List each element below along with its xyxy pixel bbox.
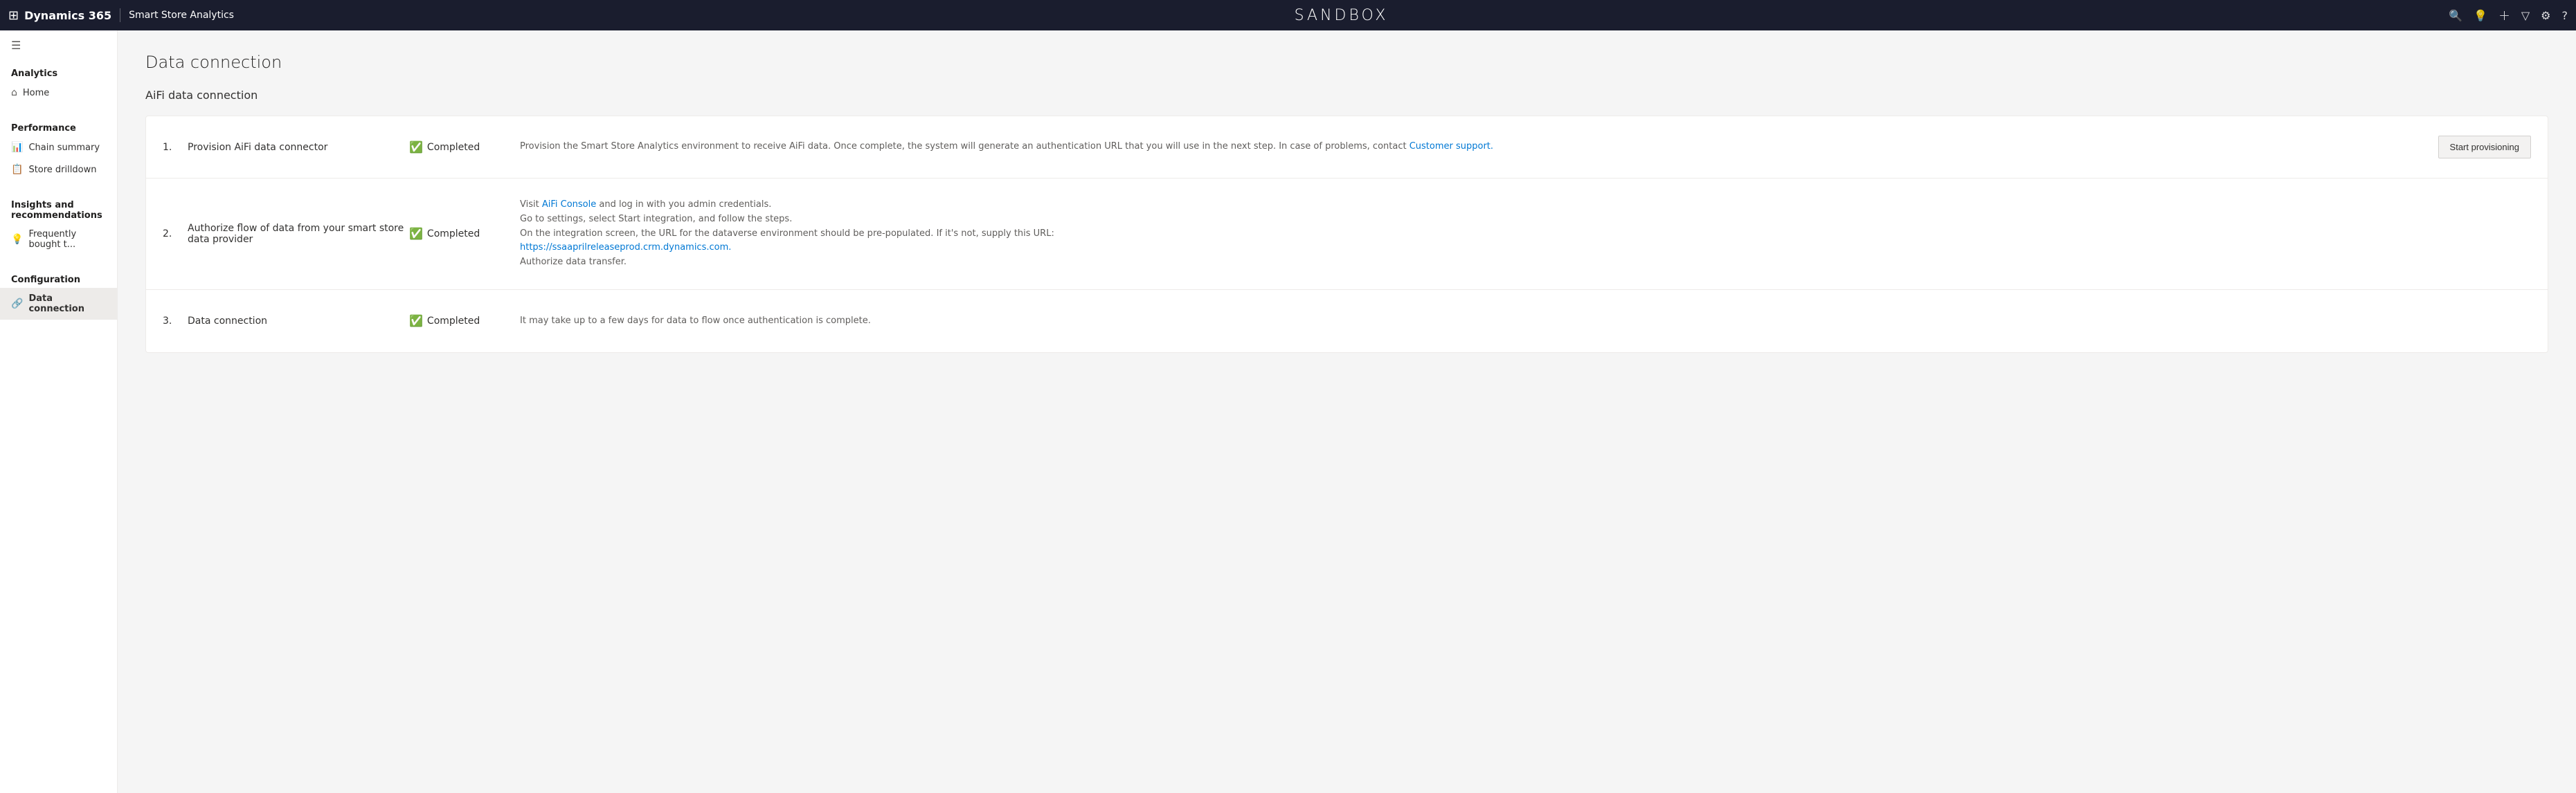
- sidebar-item-store-drilldown[interactable]: 📋 Store drilldown: [0, 158, 117, 181]
- gap1: [0, 104, 117, 115]
- step-row-3: 3. Data connection ✅ Completed It may ta…: [146, 290, 2548, 352]
- home-icon: ⌂: [11, 87, 17, 98]
- page-title: Data connection: [145, 53, 2548, 72]
- sidebar-item-frequently-label: Frequently bought t...: [28, 229, 106, 250]
- step-2-number: 2.: [163, 228, 188, 239]
- customer-support-link[interactable]: Customer support.: [1409, 141, 1493, 152]
- step-1-name: Provision AiFi data connector: [188, 142, 409, 153]
- step-1-check-icon: ✅: [409, 140, 423, 154]
- filter-icon[interactable]: ▽: [2521, 9, 2530, 22]
- sidebar-item-frequently-bought[interactable]: 💡 Frequently bought t...: [0, 224, 117, 255]
- gap2: [0, 181, 117, 192]
- step-1-status-label: Completed: [427, 142, 480, 153]
- step-1-action: Start provisioning: [2406, 136, 2531, 158]
- sidebar-section-configuration: Configuration: [0, 266, 117, 288]
- main-content: Data connection AiFi data connection 1. …: [118, 30, 2576, 793]
- sidebar-item-chain-summary[interactable]: 📊 Chain summary: [0, 136, 117, 158]
- data-connection-icon: 🔗: [11, 298, 23, 309]
- start-provisioning-button[interactable]: Start provisioning: [2438, 136, 2531, 158]
- drilldown-icon: 📋: [11, 164, 23, 175]
- aifi-console-link[interactable]: AiFi Console: [542, 199, 596, 210]
- sidebar-item-home-label: Home: [23, 88, 49, 98]
- step-3-description: It may take up to a few days for data to…: [520, 314, 2406, 329]
- brand-name: Dynamics 365: [24, 9, 111, 22]
- sandbox-label: SANDBOX: [234, 7, 2449, 24]
- waffle-icon[interactable]: ⊞: [8, 8, 19, 23]
- section-subtitle: AiFi data connection: [145, 89, 2548, 102]
- steps-card: 1. Provision AiFi data connector ✅ Compl…: [145, 116, 2548, 353]
- step-3-check-icon: ✅: [409, 314, 423, 327]
- step-3-status: ✅ Completed: [409, 314, 520, 327]
- sidebar-section-performance: Performance: [0, 115, 117, 136]
- sidebar-section-analytics: Analytics: [0, 60, 117, 82]
- step-2-name: Authorize flow of data from your smart s…: [188, 223, 409, 245]
- search-icon[interactable]: 🔍: [2449, 9, 2462, 22]
- sidebar-item-data-connection[interactable]: 🔗 Data connection: [0, 288, 117, 320]
- dataverse-url-link[interactable]: https://ssaaprilreleaseprod.crm.dynamics…: [520, 242, 731, 253]
- step-3-name: Data connection: [188, 316, 409, 327]
- gap3: [0, 255, 117, 266]
- step-2-check-icon: ✅: [409, 227, 423, 240]
- app-name: Smart Store Analytics: [129, 10, 234, 21]
- add-icon[interactable]: +: [2498, 7, 2510, 24]
- settings-icon[interactable]: ⚙: [2541, 9, 2550, 22]
- step-row-2: 2. Authorize flow of data from your smar…: [146, 179, 2548, 290]
- step-1-status: ✅ Completed: [409, 140, 520, 154]
- topnav-actions: 🔍 💡 + ▽ ⚙ ?: [2449, 7, 2568, 24]
- step-2-status: ✅ Completed: [409, 227, 520, 240]
- sidebar-item-home[interactable]: ⌂ Home: [0, 82, 117, 104]
- topnav: ⊞ Dynamics 365 Smart Store Analytics SAN…: [0, 0, 2576, 30]
- step-3-number: 3.: [163, 316, 188, 327]
- step-1-number: 1.: [163, 142, 188, 153]
- sidebar: ☰ Analytics ⌂ Home Performance 📊 Chain s…: [0, 30, 118, 793]
- help-icon[interactable]: ?: [2562, 9, 2568, 22]
- step-2-description: Visit AiFi Console and log in with you a…: [520, 198, 2406, 270]
- step-row-1: 1. Provision AiFi data connector ✅ Compl…: [146, 116, 2548, 179]
- sidebar-item-chain-label: Chain summary: [28, 143, 100, 153]
- sidebar-item-data-connection-label: Data connection: [28, 293, 106, 314]
- chart-icon: 📊: [11, 142, 23, 153]
- lightbulb-icon[interactable]: 💡: [2474, 9, 2487, 22]
- step-3-status-label: Completed: [427, 316, 480, 327]
- step-1-description: Provision the Smart Store Analytics envi…: [520, 140, 2406, 154]
- insights-icon: 💡: [11, 234, 23, 245]
- hamburger-button[interactable]: ☰: [0, 30, 117, 60]
- step-2-status-label: Completed: [427, 228, 480, 239]
- sidebar-item-drilldown-label: Store drilldown: [28, 165, 96, 175]
- sidebar-section-insights: Insights and recommendations: [0, 192, 117, 224]
